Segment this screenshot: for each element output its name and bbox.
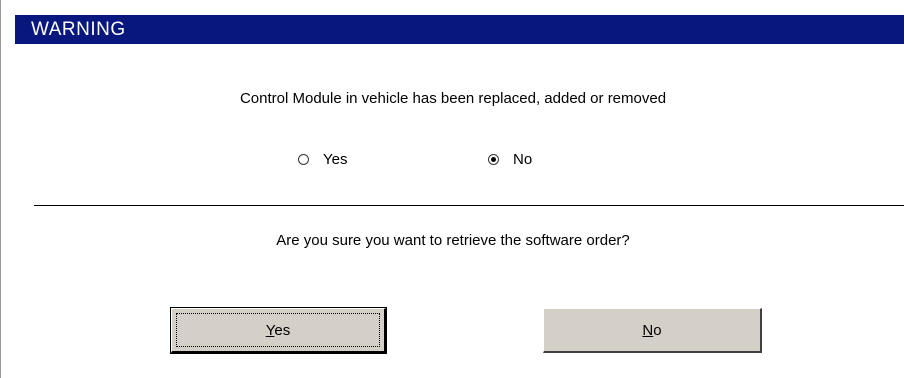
no-rest: o <box>653 321 662 339</box>
warning-dialog: WARNING Control Module in vehicle has be… <box>0 0 904 378</box>
yes-button[interactable]: Yes <box>170 307 387 354</box>
control-module-question: Control Module in vehicle has been repla… <box>239 90 667 107</box>
divider <box>34 205 904 206</box>
no-mnemonic: N <box>642 321 654 339</box>
radio-yes[interactable]: Yes <box>298 151 347 168</box>
module-change-radio-group: Yes No <box>1 151 904 175</box>
no-button-label: No <box>642 322 661 339</box>
yes-button-label: Yes <box>266 322 290 339</box>
radio-yes-circle-icon[interactable] <box>298 154 309 165</box>
radio-no-circle-icon[interactable] <box>488 154 499 165</box>
yes-rest: es <box>274 321 291 339</box>
radio-yes-label: Yes <box>323 151 348 168</box>
radio-no[interactable]: No <box>488 151 532 168</box>
no-button[interactable]: No <box>543 308 762 353</box>
retrieve-order-question: Are you sure you want to retrieve the so… <box>276 232 630 249</box>
dialog-title: WARNING <box>15 15 904 44</box>
radio-no-label: No <box>513 151 533 168</box>
